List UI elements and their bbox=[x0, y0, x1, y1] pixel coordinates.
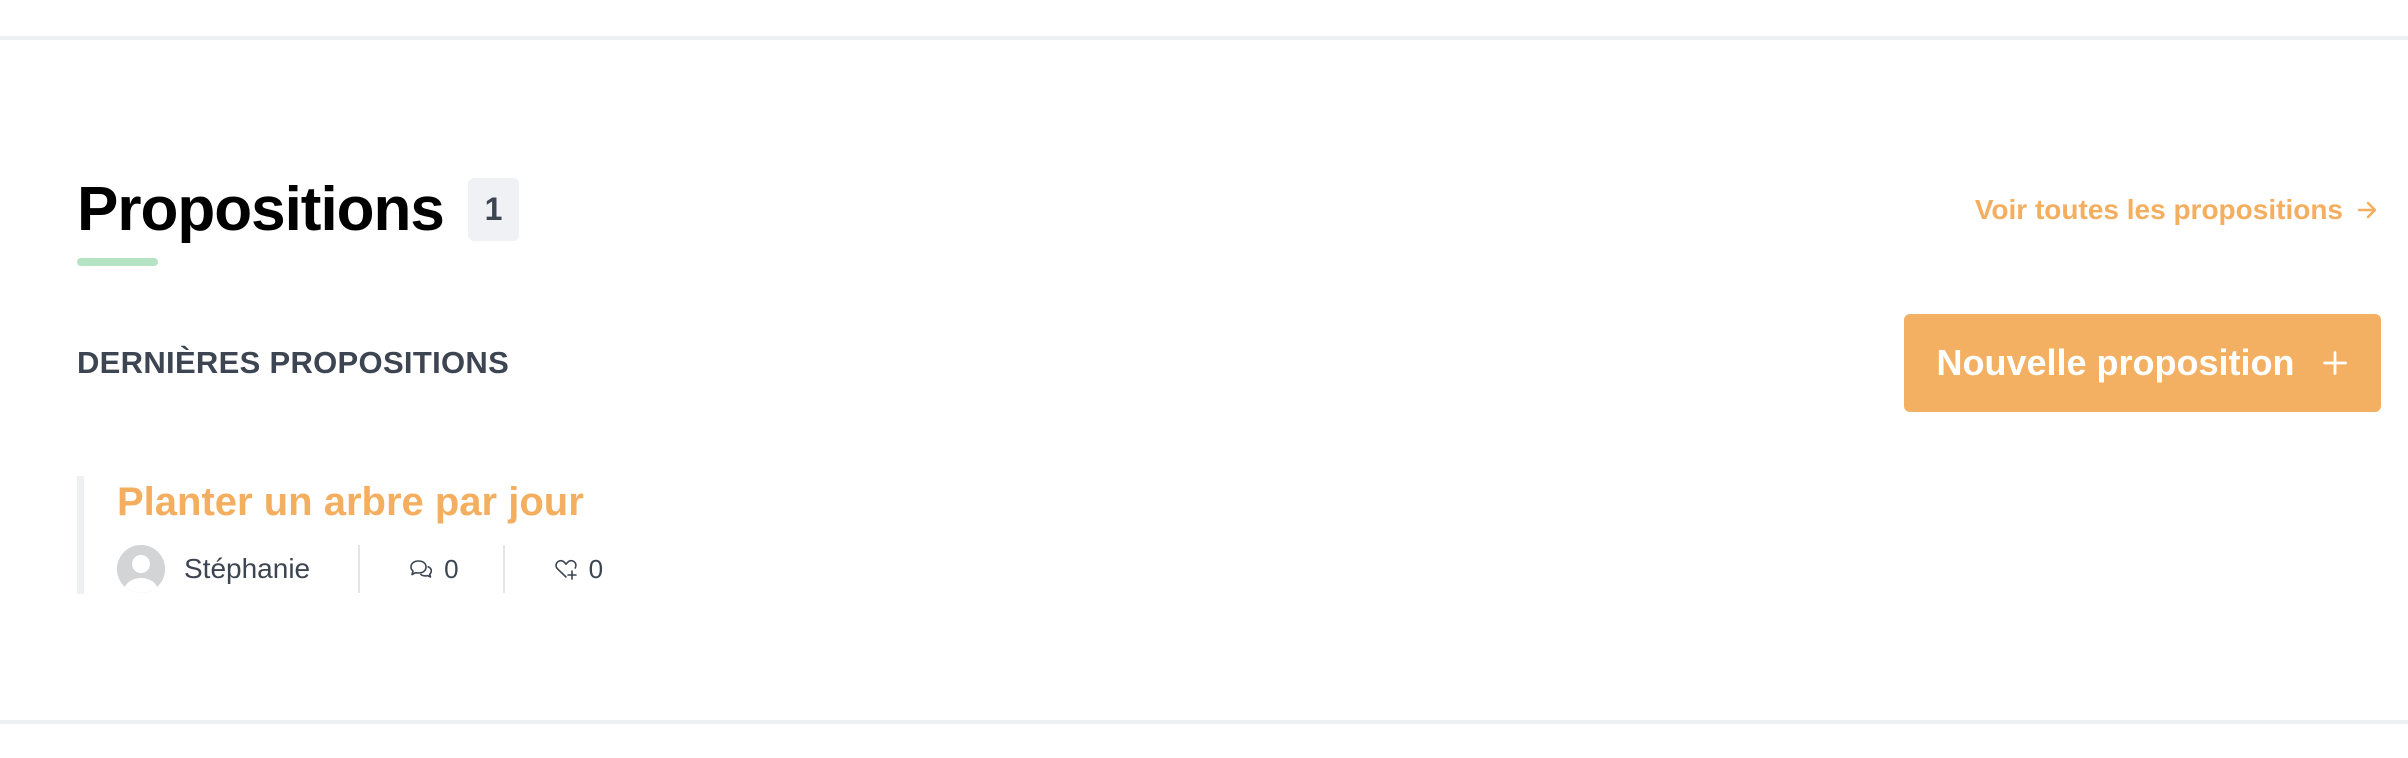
endorsements-value: 0 bbox=[588, 553, 604, 584]
comments-icon bbox=[410, 560, 433, 578]
section-title: Propositions bbox=[77, 175, 445, 244]
count-badge: 1 bbox=[468, 178, 519, 241]
bottom-divider bbox=[0, 720, 2408, 724]
heart-plus-icon bbox=[554, 559, 577, 580]
comments-value: 0 bbox=[444, 553, 459, 584]
proposals-section: Propositions 1 Voir toutes les propositi… bbox=[0, 0, 2408, 758]
comments-count: 0 bbox=[408, 553, 459, 585]
author-name[interactable]: Stéphanie bbox=[184, 552, 310, 586]
top-divider bbox=[0, 36, 2408, 40]
latest-proposals-heading: DERNIÈRES PROPOSITIONS bbox=[77, 345, 510, 380]
meta-divider bbox=[358, 545, 361, 593]
endorsements-count: 0 bbox=[553, 554, 603, 585]
new-proposal-label: Nouvelle proposition bbox=[1936, 342, 2295, 383]
view-all-label: Voir toutes les propositions bbox=[1974, 194, 2343, 225]
view-all-link[interactable]: Voir toutes les propositions bbox=[1975, 190, 2379, 230]
arrow-right-icon bbox=[2357, 201, 2377, 219]
proposal-card: Planter un arbre par jour Stéphanie 0 0 bbox=[77, 476, 784, 594]
meta-divider bbox=[502, 545, 505, 593]
title-underline bbox=[77, 258, 158, 266]
proposal-meta: Stéphanie 0 0 bbox=[117, 544, 603, 594]
new-proposal-button[interactable]: Nouvelle proposition bbox=[1904, 314, 2381, 412]
default-avatar-icon bbox=[117, 545, 165, 593]
plus-icon bbox=[2322, 351, 2347, 375]
proposal-title-link[interactable]: Planter un arbre par jour bbox=[117, 476, 584, 528]
